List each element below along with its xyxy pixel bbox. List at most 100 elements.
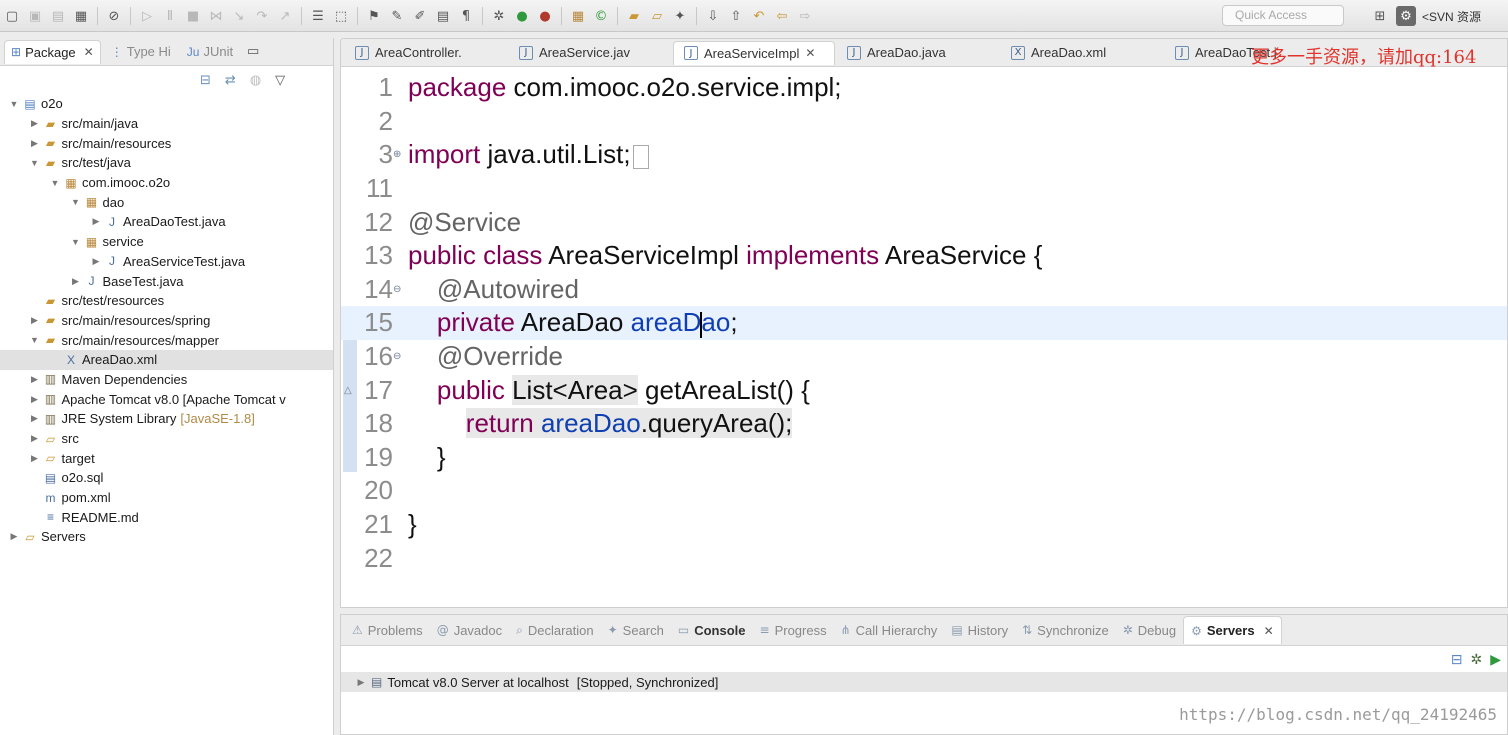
tree-item[interactable]: m pom.xml <box>0 488 333 508</box>
show-whitespace-icon[interactable]: ¶ <box>456 6 476 26</box>
minimize-icon[interactable]: ▭ <box>243 42 263 62</box>
close-icon[interactable]: ✕ <box>1264 624 1274 638</box>
tree-item[interactable]: X AreaDao.xml <box>0 349 333 370</box>
server-entry[interactable]: ▶ ▤ Tomcat v8.0 Server at localhost [Sto… <box>341 672 1507 692</box>
expand-icon[interactable]: ▶ <box>355 677 367 688</box>
expanded-arrow-icon[interactable]: ▼ <box>70 197 82 207</box>
last-edit-icon[interactable]: ↶ <box>749 6 769 26</box>
fold-collapse-icon[interactable]: ⊖ <box>393 284 401 295</box>
open-type-icon[interactable]: ▰ <box>624 6 644 26</box>
expanded-arrow-icon[interactable]: ▼ <box>49 178 61 188</box>
fold-collapse-icon[interactable]: ⊖ <box>393 351 401 362</box>
view-tab[interactable]: ⚠ Problems <box>345 616 430 644</box>
tree-item[interactable]: ≡ README.md <box>0 507 333 527</box>
expanded-arrow-icon[interactable]: ▼ <box>70 237 82 247</box>
code-line[interactable]: 1 package com.imooc.o2o.service.impl; <box>341 71 1507 105</box>
view-tab[interactable]: ▭ Console <box>671 616 753 644</box>
code-line[interactable]: 11 <box>341 172 1507 206</box>
tree-item[interactable]: ▼ ▰ src/test/java <box>0 153 333 173</box>
new-class-icon[interactable]: © <box>591 6 611 26</box>
suspend-icon[interactable]: Ⅱ <box>160 6 180 26</box>
tree-item[interactable]: ▶ J AreaDaoTest.java <box>0 212 333 232</box>
editor-tab[interactable]: J AreaController. <box>345 41 507 65</box>
next-annotation-icon[interactable]: ⇩ <box>703 6 723 26</box>
save-icon[interactable]: ▣ <box>25 6 45 26</box>
view-tab[interactable]: ▤ History <box>944 616 1015 644</box>
collapsed-arrow-icon[interactable]: ▶ <box>29 453 41 464</box>
editor-tab[interactable]: X AreaDao.xml <box>1001 41 1163 65</box>
tree-item[interactable]: ▶ ▱ src <box>0 429 333 449</box>
tree-item[interactable]: ▶ J AreaServiceTest.java <box>0 252 333 272</box>
java-ee-perspective-icon[interactable]: ⚙ <box>1396 6 1416 26</box>
search-icon[interactable]: ✦ <box>670 6 690 26</box>
collapsed-arrow-icon[interactable]: ▶ <box>29 315 41 326</box>
tree-item[interactable]: ▼ ▤ o2o <box>0 94 333 114</box>
link-with-editor-icon[interactable]: ⇄ <box>225 72 236 88</box>
collapsed-arrow-icon[interactable]: ▶ <box>90 256 102 267</box>
close-icon[interactable]: ✕ <box>84 45 94 59</box>
collapsed-arrow-icon[interactable]: ▶ <box>29 138 41 149</box>
view-tab[interactable]: ✲ Debug <box>1116 616 1183 644</box>
editor-tab[interactable]: J AreaService.jav <box>509 41 671 65</box>
tree-item[interactable]: ▼ ▦ com.imooc.o2o <box>0 173 333 193</box>
back-icon[interactable]: ⇦ <box>772 6 792 26</box>
highlight-icon[interactable]: ✎ <box>387 6 407 26</box>
code-line[interactable]: 2 <box>341 105 1507 139</box>
collapsed-arrow-icon[interactable]: ▶ <box>29 394 41 405</box>
save-all-icon[interactable]: ▤ <box>48 6 68 26</box>
toggle-mark-icon[interactable]: ☰ <box>308 6 328 26</box>
focus-icon[interactable]: ◍ <box>250 72 261 88</box>
new-package-icon[interactable]: ▦ <box>568 6 588 26</box>
format-icon[interactable]: ✐ <box>410 6 430 26</box>
expanded-arrow-icon[interactable]: ▼ <box>29 158 41 168</box>
step-over-icon[interactable]: ↷ <box>252 6 272 26</box>
tree-item[interactable]: ▶ ▥ Maven Dependencies <box>0 370 333 390</box>
code-line[interactable]: 17 △ public List<Area> getAreaList() { <box>341 373 1507 407</box>
editor-tab[interactable]: J AreaDao.java <box>837 41 999 65</box>
code-line[interactable]: 3 ⊕ import java.util.List; <box>341 138 1507 172</box>
run-icon[interactable]: ● <box>512 6 532 26</box>
code-line[interactable]: 14 ⊖ @Autowired <box>341 273 1507 307</box>
code-line[interactable]: 21} <box>341 508 1507 542</box>
terminate-icon[interactable]: ■ <box>183 6 203 26</box>
code-line[interactable]: 12 @Service <box>341 205 1507 239</box>
code-line[interactable]: 13 public class AreaServiceImpl implement… <box>341 239 1507 273</box>
outline-icon[interactable]: ▤ <box>433 6 453 26</box>
resume-icon[interactable]: ▷ <box>137 6 157 26</box>
view-menu-icon[interactable]: ▽ <box>275 72 285 88</box>
tree-item[interactable]: ▶ ▥ JRE System Library [JavaSE-1.8] <box>0 409 333 429</box>
external-tools-icon[interactable]: ● <box>535 6 555 26</box>
code-area[interactable]: 1 package com.imooc.o2o.service.impl; 2 3 ⊕ i… <box>341 69 1507 607</box>
code-line[interactable]: 20 <box>341 474 1507 508</box>
open-folder-icon[interactable]: ▱ <box>647 6 667 26</box>
collapsed-arrow-icon[interactable]: ▶ <box>8 531 20 542</box>
view-tab[interactable]: ≡ Progress <box>753 616 834 644</box>
start-server-icon[interactable]: ▶ <box>1490 651 1501 668</box>
toggle-block-icon[interactable]: ⬚ <box>331 6 351 26</box>
code-line[interactable]: 22 <box>341 541 1507 575</box>
collapse-icon[interactable]: ⊟ <box>1451 651 1463 668</box>
close-icon[interactable]: ✕ <box>805 46 815 60</box>
collapsed-arrow-icon[interactable]: ▶ <box>90 216 102 227</box>
new-icon[interactable]: ▢ <box>2 6 22 26</box>
collapse-all-icon[interactable]: ⊟ <box>200 72 211 88</box>
code-line[interactable]: 16 ⊖ @Override <box>341 340 1507 374</box>
view-tab[interactable]: ⚙ Servers ✕ <box>1183 616 1282 644</box>
view-tab[interactable]: @ Javadoc <box>430 616 509 644</box>
debug-icon[interactable]: ✲ <box>489 6 509 26</box>
tree-item[interactable]: ▼ ▦ service <box>0 232 333 252</box>
debug-server-icon[interactable]: ✲ <box>1470 651 1482 668</box>
view-tab[interactable]: ⌕ Declaration <box>509 616 601 644</box>
expanded-arrow-icon[interactable]: ▼ <box>8 99 20 109</box>
tree-item[interactable]: ▶ ▰ src/main/resources <box>0 133 333 153</box>
folded-imports-box[interactable] <box>632 144 649 169</box>
tree-item[interactable]: ▼ ▦ dao <box>0 192 333 212</box>
print-icon[interactable]: ▦ <box>71 6 91 26</box>
svn-perspective-label[interactable]: <SVN 资源 <box>1422 8 1481 25</box>
tab-junit[interactable]: Ju JUnit <box>181 40 239 64</box>
tab-type-hierarchy[interactable]: ⋮ Type Hi <box>105 40 177 64</box>
tree-item[interactable]: ▤ o2o.sql <box>0 468 333 488</box>
tab-package-explorer[interactable]: ⊞ Package ✕ <box>4 39 101 64</box>
collapsed-arrow-icon[interactable]: ▶ <box>29 118 41 129</box>
code-line[interactable]: 15 private AreaDao areaDao; <box>341 306 1507 340</box>
